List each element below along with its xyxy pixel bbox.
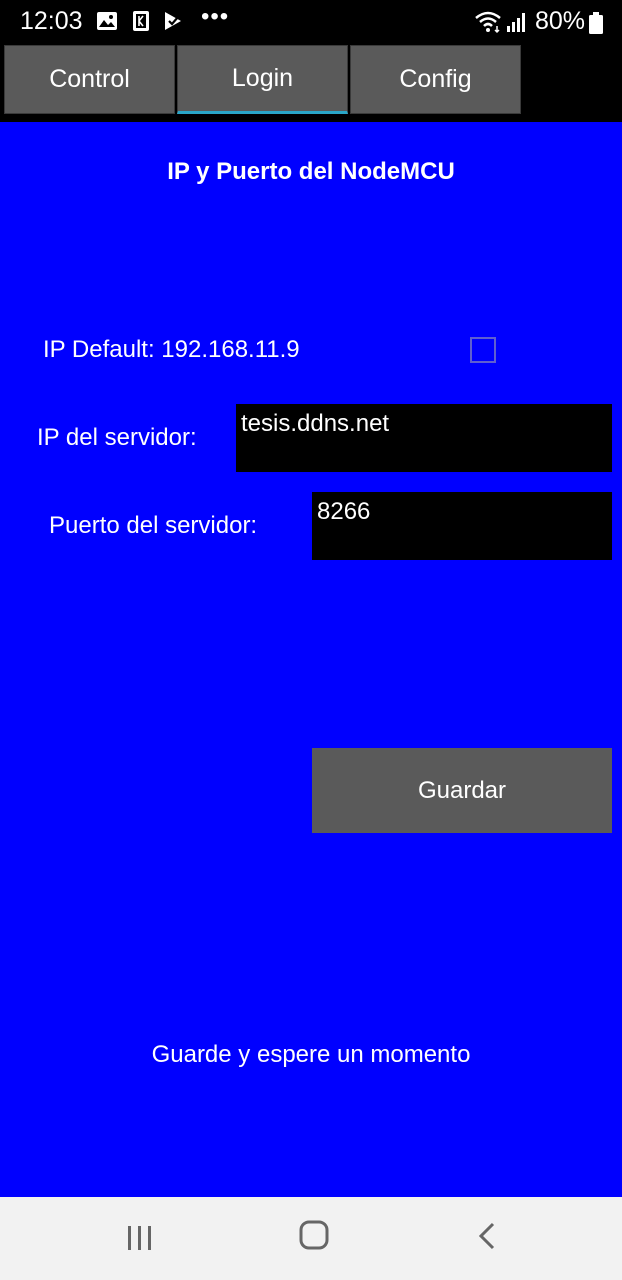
overflow-dots-icon: ••• [201, 3, 230, 30]
battery-percent: 80% [535, 7, 586, 35]
server-ip-input[interactable]: tesis.ddns.net [236, 404, 612, 472]
tab-config[interactable]: Config [350, 45, 521, 114]
page-title: IP y Puerto del NodeMCU [167, 158, 455, 185]
play-store-icon [165, 12, 181, 30]
status-bar: 12:03 ••• 80% [0, 0, 622, 44]
recents-icon[interactable] [126, 1224, 154, 1252]
default-ip-checkbox[interactable] [470, 337, 496, 363]
image-icon [97, 12, 117, 30]
tab-login[interactable]: Login [177, 45, 348, 114]
status-time: 12:03 [20, 7, 83, 35]
signal-icon [507, 13, 525, 32]
home-icon[interactable] [298, 1219, 330, 1251]
default-ip-label: IP Default: 192.168.11.9 [43, 336, 300, 363]
tab-bar: Control Login Config [0, 44, 622, 122]
save-button[interactable]: Guardar [312, 748, 612, 833]
battery-icon [589, 12, 603, 34]
tab-control[interactable]: Control [4, 45, 175, 114]
server-ip-label: IP del servidor: [37, 424, 197, 451]
wifi-icon [475, 11, 501, 34]
navigation-bar [0, 1197, 622, 1280]
k-icon [133, 11, 149, 31]
server-port-label: Puerto del servidor: [49, 512, 258, 539]
server-port-input[interactable]: 8266 [312, 492, 612, 560]
back-icon[interactable] [476, 1221, 498, 1251]
hint-text: Guarde y espere un momento [151, 1041, 471, 1068]
